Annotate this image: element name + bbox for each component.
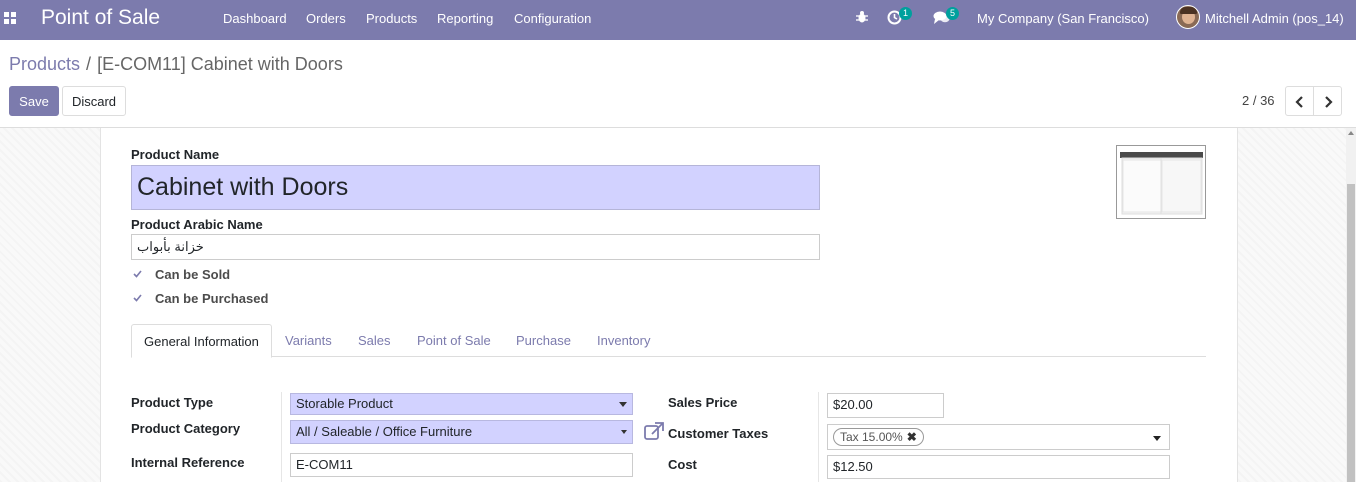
tax-tag-label: Tax 15.00% — [840, 430, 903, 444]
tab-variants[interactable]: Variants — [273, 324, 344, 357]
menu-reporting[interactable]: Reporting — [437, 11, 493, 26]
debug-bug-icon[interactable] — [855, 10, 871, 26]
can-be-sold-label[interactable]: Can be Sold — [155, 267, 230, 282]
tab-inventory[interactable]: Inventory — [585, 324, 662, 357]
tab-sales[interactable]: Sales — [346, 324, 403, 357]
menu-orders[interactable]: Orders — [306, 11, 346, 26]
arabic-name-input[interactable]: خزانة بأبواب — [131, 234, 820, 260]
breadcrumb-separator: / — [86, 54, 92, 74]
customer-taxes-label: Customer Taxes — [668, 426, 769, 441]
product-name-input[interactable]: Cabinet with Doors — [131, 165, 820, 210]
app-brand[interactable]: Point of Sale — [41, 6, 160, 30]
control-panel: Products / [E-COM11] Cabinet with Doors Sa… — [0, 40, 1356, 128]
breadcrumb-current: [E-COM11] Cabinet with Doors — [97, 54, 343, 74]
menu-products[interactable]: Products — [366, 11, 417, 26]
can-be-purchased-label[interactable]: Can be Purchased — [155, 291, 268, 306]
internal-reference-label: Internal Reference — [131, 455, 245, 470]
can-be-purchased-checkbox[interactable] — [131, 292, 144, 305]
cost-label: Cost — [668, 457, 697, 472]
product-type-value: Storable Product — [296, 396, 393, 411]
product-category-select[interactable]: All / Saleable / Office Furniture — [290, 420, 633, 444]
arabic-name-label: Product Arabic Name — [131, 217, 263, 232]
label-separator — [818, 392, 819, 482]
internal-reference-input[interactable]: E-COM11 — [290, 453, 633, 477]
customer-tax-tag: Tax 15.00% ✖ — [833, 428, 924, 446]
tab-general-information[interactable]: General Information — [131, 324, 272, 358]
dropdown-caret-icon — [621, 430, 627, 434]
sales-price-label: Sales Price — [668, 395, 738, 410]
cabinet-image — [1120, 152, 1203, 215]
tab-purchase[interactable]: Purchase — [504, 324, 583, 357]
dropdown-caret-icon — [619, 402, 627, 407]
product-type-label: Product Type — [131, 395, 214, 410]
user-menu[interactable]: Mitchell Admin (pos_14) — [1205, 11, 1344, 26]
checkmark-icon — [133, 270, 142, 278]
breadcrumb-parent[interactable]: Products — [9, 54, 80, 74]
save-button[interactable]: Save — [9, 86, 59, 116]
product-category-value: All / Saleable / Office Furniture — [296, 424, 473, 439]
remove-tag-icon[interactable]: ✖ — [907, 430, 917, 444]
menu-configuration[interactable]: Configuration — [514, 11, 591, 26]
discard-button[interactable]: Discard — [62, 86, 126, 116]
scroll-up-arrow-icon[interactable] — [1348, 131, 1354, 135]
page-scrollbar[interactable] — [1346, 128, 1356, 482]
menu-dashboard[interactable]: Dashboard — [223, 11, 287, 26]
apps-menu-icon[interactable] — [4, 12, 16, 24]
message-count-badge: 5 — [946, 7, 959, 20]
label-separator — [281, 392, 282, 482]
sales-price-input[interactable]: $20.00 — [827, 393, 944, 418]
company-switcher[interactable]: My Company (San Francisco) — [977, 11, 1149, 26]
scrollbar-thumb[interactable] — [1347, 184, 1355, 482]
pager-value[interactable]: 2 / 36 — [1242, 93, 1275, 108]
external-link-icon[interactable] — [644, 422, 664, 442]
cost-input[interactable]: $12.50 — [827, 455, 1170, 479]
can-be-sold-checkbox[interactable] — [131, 268, 144, 281]
top-navbar: Point of Sale Dashboard Orders Products … — [0, 0, 1356, 40]
product-name-label: Product Name — [131, 147, 220, 162]
notebook-tabs: General Information Variants Sales Point… — [131, 324, 1206, 358]
product-category-label: Product Category — [131, 421, 241, 436]
chevron-right-icon — [1325, 96, 1333, 108]
tab-point-of-sale[interactable]: Point of Sale — [405, 324, 503, 357]
breadcrumb: Products / [E-COM11] Cabinet with Doors — [9, 54, 343, 75]
chevron-left-icon — [1295, 96, 1303, 108]
product-type-select[interactable]: Storable Product — [290, 393, 633, 415]
checkmark-icon — [133, 294, 142, 302]
dropdown-caret-icon — [1153, 436, 1161, 441]
pager-previous-button[interactable] — [1285, 86, 1314, 116]
product-image[interactable] — [1116, 145, 1206, 219]
activity-count-badge: 1 — [899, 7, 912, 20]
pager-next-button[interactable] — [1313, 86, 1342, 116]
user-avatar[interactable] — [1176, 5, 1200, 29]
